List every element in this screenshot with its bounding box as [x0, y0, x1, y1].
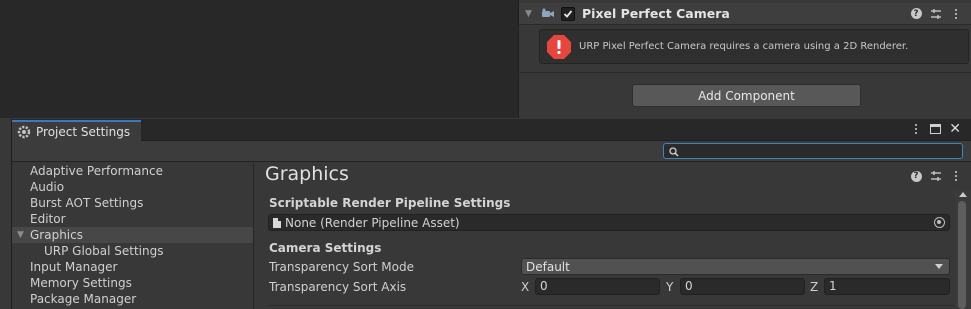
sort-mode-value: Default: [526, 259, 570, 274]
sort-mode-dropdown[interactable]: Default: [521, 258, 950, 275]
page-title: Graphics: [265, 163, 349, 185]
srp-settings-heading: Scriptable Render Pipeline Settings: [269, 196, 511, 210]
vertical-scrollbar[interactable]: [955, 190, 971, 309]
sort-mode-label: Transparency Sort Mode: [269, 260, 414, 274]
more-icon[interactable]: [910, 123, 922, 135]
camera-settings-heading: Camera Settings: [269, 241, 382, 255]
dropdown-arrow-icon: [935, 264, 943, 269]
inspector-panel: ▼ Pixel Perfect Camera ? URP Pixel Perfe…: [518, 0, 971, 118]
presets-icon[interactable]: [930, 170, 942, 182]
sidebar-item-package-manager[interactable]: Package Manager: [12, 291, 253, 307]
axis-y-field[interactable]: 0: [680, 278, 805, 295]
maximize-icon[interactable]: [930, 124, 942, 134]
section-divider: [268, 305, 955, 306]
sidebar-item-adaptive-performance[interactable]: Adaptive Performance: [12, 163, 253, 179]
tab-title: Project Settings: [36, 125, 131, 139]
helpbox-message: URP Pixel Perfect Camera requires a came…: [579, 41, 909, 52]
camera-script-icon: [541, 8, 555, 20]
sidebar-item-graphics[interactable]: ▼ Graphics: [12, 227, 253, 243]
add-component-button[interactable]: Add Component: [632, 84, 861, 107]
help-icon[interactable]: ?: [910, 8, 922, 20]
axis-x-label[interactable]: X: [521, 280, 529, 294]
sidebar-item-memory-settings[interactable]: Memory Settings: [12, 275, 253, 291]
error-icon: [546, 34, 572, 60]
search-icon: [669, 146, 679, 157]
component-title: Pixel Perfect Camera: [582, 6, 730, 21]
settings-toolbar: [12, 141, 971, 162]
more-icon[interactable]: [950, 8, 962, 20]
scene-view-area: [0, 0, 518, 118]
scrollbar-thumb[interactable]: [958, 201, 966, 309]
axis-z-field[interactable]: 1: [824, 278, 950, 295]
search-field[interactable]: [663, 143, 963, 159]
sidebar-item-urp-global-settings[interactable]: URP Global Settings: [12, 243, 253, 259]
error-helpbox: URP Pixel Perfect Camera requires a came…: [539, 29, 969, 64]
sidebar-item-editor[interactable]: Editor: [12, 211, 253, 227]
sidebar-item-burst-aot-settings[interactable]: Burst AOT Settings: [12, 195, 253, 211]
sidebar-item-label: Graphics: [30, 228, 83, 242]
scroll-up-arrow-icon[interactable]: [959, 192, 967, 197]
help-icon[interactable]: ?: [910, 170, 922, 182]
more-icon[interactable]: [950, 170, 962, 182]
window-tab-bar: Project Settings ✕: [12, 119, 971, 142]
add-component-area: Add Component: [519, 72, 971, 118]
axis-z-label[interactable]: Z: [810, 280, 818, 294]
close-icon[interactable]: ✕: [949, 122, 961, 136]
render-pipeline-asset-value: None (Render Pipeline Asset): [285, 215, 460, 230]
sidebar-item-audio[interactable]: Audio: [12, 179, 253, 195]
settings-main-panel: Graphics ? Scriptable Render Pipeline Se…: [255, 163, 971, 309]
foldout-arrow-icon[interactable]: ▼: [525, 9, 535, 19]
component-enabled-checkbox[interactable]: [561, 6, 575, 21]
render-pipeline-asset-field[interactable]: None (Render Pipeline Asset): [268, 214, 950, 231]
asset-file-icon: [273, 217, 281, 228]
axis-x-field[interactable]: 0: [535, 278, 660, 295]
sort-axis-label: Transparency Sort Axis: [269, 280, 407, 294]
settings-sidebar: Adaptive Performance Audio Burst AOT Set…: [12, 163, 254, 309]
search-input[interactable]: [682, 144, 958, 158]
presets-icon[interactable]: [930, 8, 942, 20]
expand-arrow-icon[interactable]: ▼: [17, 227, 24, 243]
project-settings-window: Project Settings ✕ Adaptive Performance …: [11, 119, 971, 309]
sidebar-item-input-manager[interactable]: Input Manager: [12, 259, 253, 275]
object-picker-icon[interactable]: [934, 217, 945, 228]
settings-gear-icon: [17, 125, 33, 139]
axis-y-label[interactable]: Y: [666, 280, 673, 294]
tab-project-settings[interactable]: Project Settings: [12, 120, 141, 142]
component-header[interactable]: ▼ Pixel Perfect Camera ?: [519, 3, 971, 25]
